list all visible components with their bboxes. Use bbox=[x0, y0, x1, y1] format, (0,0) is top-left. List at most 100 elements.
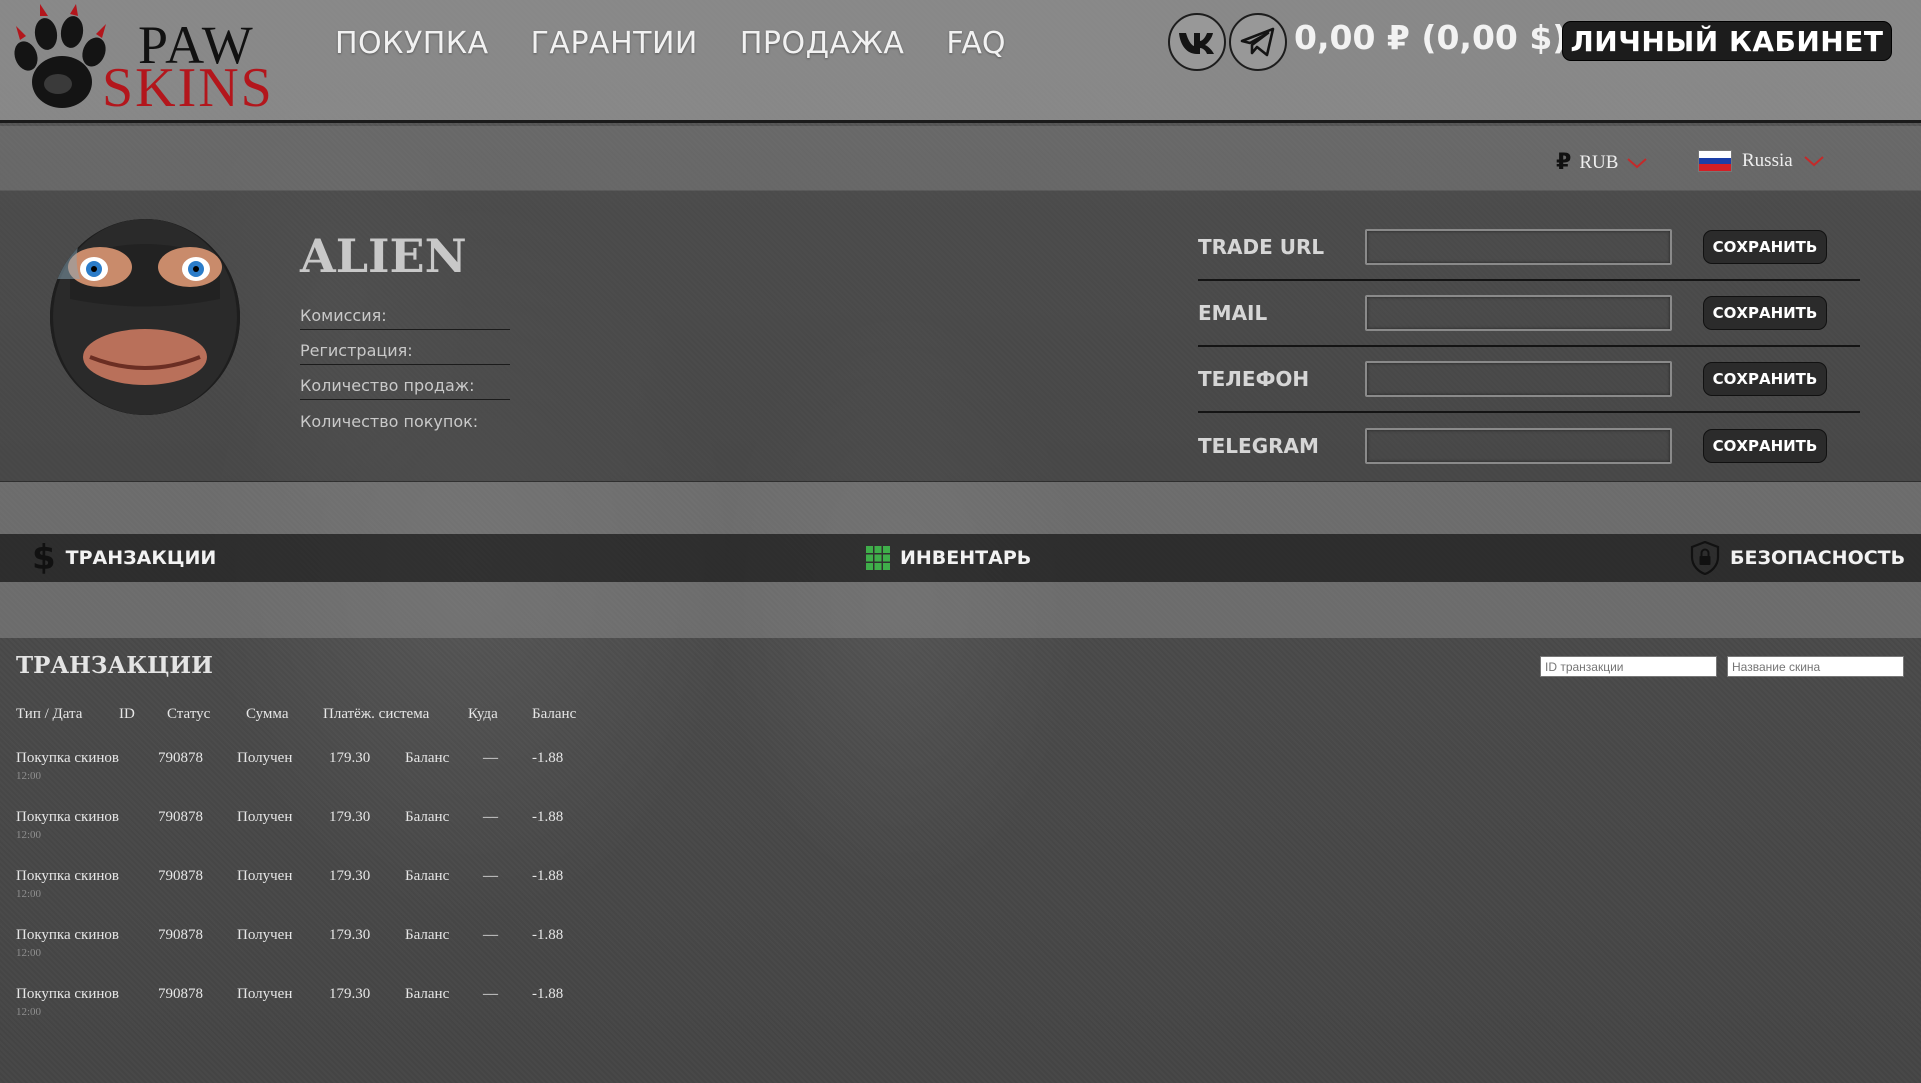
row-status: Получен bbox=[237, 986, 293, 1002]
tabs-band-top bbox=[0, 482, 1921, 534]
shield-lock-icon bbox=[1690, 541, 1720, 575]
row-status: Получен bbox=[237, 927, 293, 943]
nav-faq[interactable]: FAQ bbox=[946, 26, 1006, 61]
dollar-icon: $ bbox=[32, 538, 56, 578]
tab-security-label: БЕЗОПАСНОСТЬ bbox=[1730, 547, 1906, 569]
save-telegram-button[interactable]: СОХРАНИТЬ bbox=[1703, 429, 1827, 463]
nav-buy[interactable]: ПОКУПКА bbox=[335, 26, 489, 61]
col-id: ID bbox=[119, 706, 135, 722]
row-amount: 179.30 bbox=[329, 927, 371, 943]
col-balance: Баланс bbox=[532, 706, 577, 722]
table-row[interactable]: Покупка скинов 12:00 790878 Получен 179.… bbox=[16, 986, 616, 1045]
avatar-image bbox=[50, 219, 240, 415]
row-id: 790878 bbox=[158, 986, 203, 1002]
row-time: 12:00 bbox=[16, 829, 42, 841]
row-status: Получен bbox=[237, 750, 293, 766]
nav-sell[interactable]: ПРОДАЖА bbox=[740, 26, 905, 61]
vk-icon bbox=[1179, 33, 1214, 54]
col-amount: Сумма bbox=[246, 706, 289, 722]
main-nav: ПОКУПКА ГАРАНТИИ ПРОДАЖА FAQ bbox=[335, 26, 1006, 61]
table-row[interactable]: Покупка скинов 12:00 790878 Получен 179.… bbox=[16, 750, 616, 809]
row-system: Баланс bbox=[405, 809, 450, 825]
row-balance: -1.88 bbox=[532, 986, 564, 1002]
table-row[interactable]: Покупка скинов 12:00 790878 Получен 179.… bbox=[16, 927, 616, 986]
tabs-band-bottom bbox=[0, 582, 1921, 638]
row-destination: — bbox=[483, 809, 498, 825]
trade-url-input[interactable] bbox=[1365, 229, 1672, 265]
row-status: Получен bbox=[237, 868, 293, 884]
paw-logo-icon bbox=[14, 4, 106, 108]
row-system: Баланс bbox=[405, 750, 450, 766]
balance-display: 0,00 ₽ (0,00 $) bbox=[1294, 18, 1568, 57]
row-time: 12:00 bbox=[16, 888, 42, 900]
tab-transactions-label: ТРАНЗАКЦИИ bbox=[65, 547, 217, 569]
russia-flag-icon bbox=[1698, 150, 1732, 172]
currency-selector[interactable]: ₽ RUB bbox=[1556, 150, 1648, 175]
telegram-label: TELEGRAM bbox=[1198, 434, 1319, 458]
row-balance: -1.88 bbox=[532, 809, 564, 825]
table-row[interactable]: Покупка скинов 12:00 790878 Получен 179.… bbox=[16, 809, 616, 868]
row-balance: -1.88 bbox=[532, 868, 564, 884]
row-type: Покупка скинов bbox=[16, 868, 119, 884]
tab-inventory[interactable]: ИНВЕНТАРЬ bbox=[866, 534, 1031, 582]
col-payment-system: Платёж. система bbox=[323, 706, 430, 722]
row-status: Получен bbox=[237, 809, 293, 825]
transaction-id-search[interactable] bbox=[1540, 656, 1717, 677]
site-logo[interactable]: PAW SKINS bbox=[10, 4, 300, 116]
row-destination: — bbox=[483, 927, 498, 943]
row-type: Покупка скинов bbox=[16, 750, 119, 766]
phone-input[interactable] bbox=[1365, 361, 1672, 397]
row-id: 790878 bbox=[158, 868, 203, 884]
profile-stats: Комиссия: Регистрация: Количество продаж… bbox=[300, 295, 510, 435]
row-time: 12:00 bbox=[16, 947, 42, 959]
save-phone-button[interactable]: СОХРАНИТЬ bbox=[1703, 362, 1827, 396]
language-value: Russia bbox=[1742, 150, 1793, 171]
row-amount: 179.30 bbox=[329, 868, 371, 884]
row-type: Покупка скинов bbox=[16, 927, 119, 943]
avatar bbox=[50, 219, 240, 415]
save-email-button[interactable]: СОХРАНИТЬ bbox=[1703, 296, 1827, 330]
row-amount: 179.30 bbox=[329, 986, 371, 1002]
row-type: Покупка скинов bbox=[16, 809, 119, 825]
nav-guarantees[interactable]: ГАРАНТИИ bbox=[531, 26, 698, 61]
profile-tabs: $ ТРАНЗАКЦИИ ИНВЕНТАРЬ БЕЗОПАСНОСТЬ bbox=[0, 534, 1921, 582]
email-label: EMAIL bbox=[1198, 301, 1268, 325]
row-system: Баланс bbox=[405, 868, 450, 884]
chevron-down-icon bbox=[1627, 157, 1648, 168]
stat-sales-count: Количество продаж: bbox=[300, 365, 510, 400]
row-destination: — bbox=[483, 868, 498, 884]
site-header: PAW SKINS ПОКУПКА ГАРАНТИИ ПРОДАЖА FAQ 0… bbox=[0, 0, 1921, 123]
row-amount: 179.30 bbox=[329, 750, 371, 766]
settings-strip: ₽ RUB Russia bbox=[0, 126, 1921, 190]
row-amount: 179.30 bbox=[329, 809, 371, 825]
telegram-row: TELEGRAM СОХРАНИТЬ bbox=[1198, 413, 1860, 479]
transactions-title: ТРАНЗАКЦИИ bbox=[16, 652, 213, 679]
skin-name-search[interactable] bbox=[1727, 656, 1904, 677]
tab-transactions[interactable]: $ ТРАНЗАКЦИИ bbox=[32, 534, 216, 582]
email-input[interactable] bbox=[1365, 295, 1672, 331]
row-system: Баланс bbox=[405, 986, 450, 1002]
telegram-input[interactable] bbox=[1365, 428, 1672, 464]
tab-security[interactable]: БЕЗОПАСНОСТЬ bbox=[1690, 534, 1905, 582]
col-destination: Куда bbox=[468, 706, 498, 722]
vk-button[interactable] bbox=[1168, 13, 1226, 71]
row-id: 790878 bbox=[158, 927, 203, 943]
telegram-button[interactable] bbox=[1229, 13, 1287, 71]
phone-label: ТЕЛЕФОН bbox=[1198, 367, 1310, 391]
row-balance: -1.88 bbox=[532, 750, 564, 766]
logo-text-skins: SKINS bbox=[102, 57, 274, 119]
row-system: Баланс bbox=[405, 927, 450, 943]
trade-url-row: TRADE URL СОХРАНИТЬ bbox=[1198, 215, 1860, 281]
tab-inventory-label: ИНВЕНТАРЬ bbox=[900, 547, 1032, 569]
profile-fields: TRADE URL СОХРАНИТЬ EMAIL СОХРАНИТЬ ТЕЛЕ… bbox=[1198, 215, 1860, 479]
grid-icon bbox=[866, 546, 890, 570]
row-time: 12:00 bbox=[16, 1006, 42, 1018]
stat-registration: Регистрация: bbox=[300, 330, 510, 365]
row-destination: — bbox=[483, 750, 498, 766]
save-trade-url-button[interactable]: СОХРАНИТЬ bbox=[1703, 230, 1827, 264]
table-row[interactable]: Покупка скинов 12:00 790878 Получен 179.… bbox=[16, 868, 616, 927]
col-status: Статус bbox=[167, 706, 211, 722]
personal-cabinet-button[interactable]: ЛИЧНЫЙ КАБИНЕТ bbox=[1562, 21, 1892, 61]
profile-username: ALIEN bbox=[300, 229, 467, 283]
language-selector[interactable]: Russia bbox=[1698, 150, 1825, 172]
